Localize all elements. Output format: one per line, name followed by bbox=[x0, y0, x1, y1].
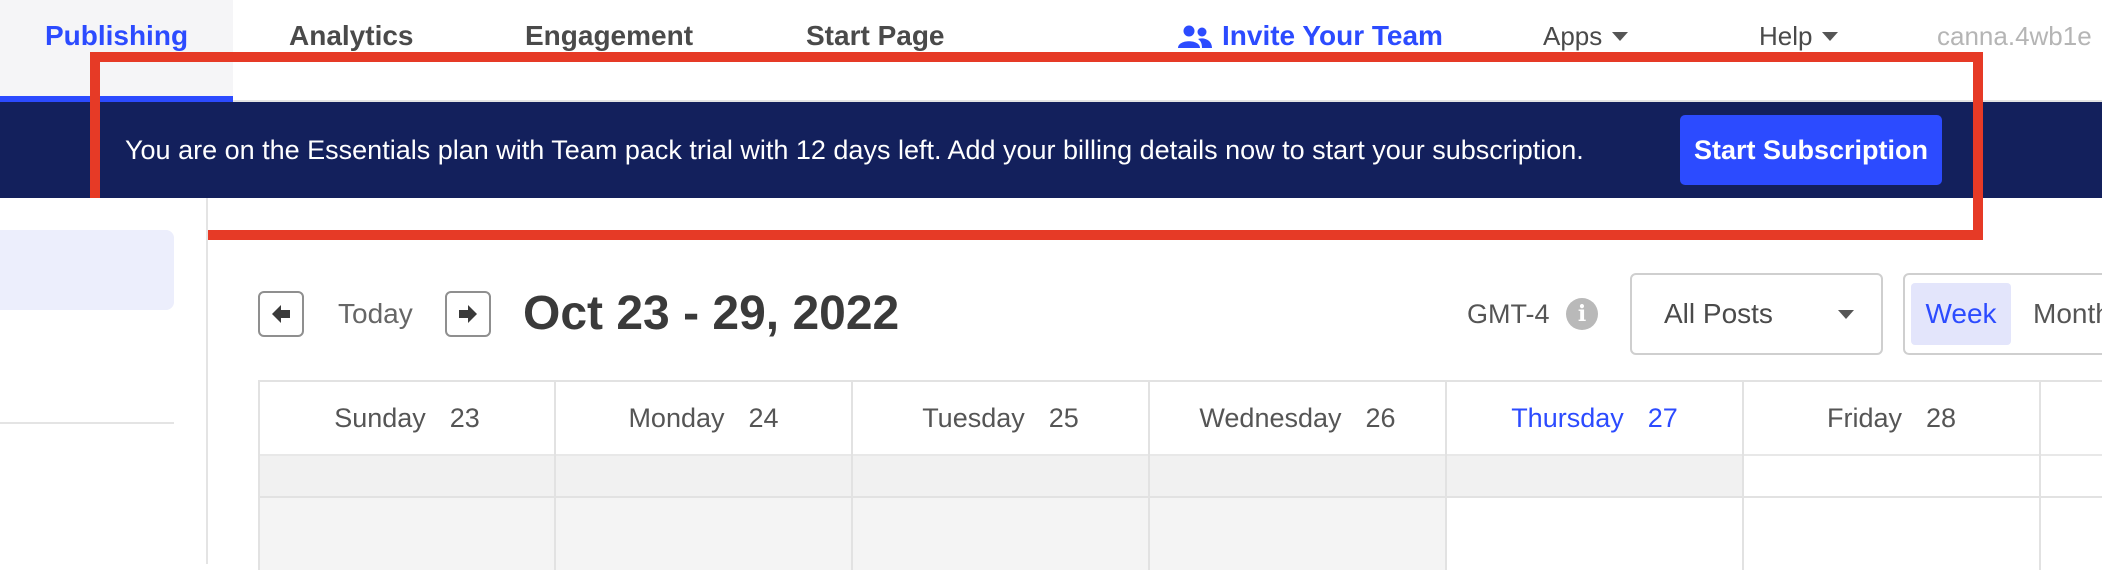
posts-filter-value: All Posts bbox=[1664, 298, 1773, 329]
day-number: 28 bbox=[1925, 403, 1957, 433]
help-menu[interactable]: Help bbox=[1759, 0, 1839, 100]
view-toggle: Week Month bbox=[1903, 273, 2102, 355]
day-column-thursday: Thursday 27 bbox=[1445, 380, 1742, 570]
week-calendar-grid: Sunday 23 Monday 24 Tuesday 25 Wednesday 26 … bbox=[258, 380, 2102, 570]
today-button[interactable]: Today bbox=[338, 291, 413, 337]
day-number: 24 bbox=[748, 403, 779, 433]
chevron-down-icon bbox=[1822, 32, 1839, 41]
day-header: Friday 28 bbox=[1744, 380, 2039, 456]
calendar-cell[interactable] bbox=[1150, 498, 1445, 570]
day-column-friday: Friday 28 bbox=[1742, 380, 2039, 570]
calendar-cell[interactable] bbox=[853, 456, 1148, 498]
tab-label: Analytics bbox=[289, 20, 414, 51]
tab-engagement[interactable]: Engagement bbox=[525, 0, 693, 100]
day-column-saturday bbox=[2039, 380, 2102, 570]
users-icon bbox=[1178, 25, 1212, 48]
tab-start-page[interactable]: Start Page bbox=[806, 0, 945, 100]
tab-label: Engagement bbox=[525, 20, 694, 51]
info-icon[interactable]: i bbox=[1566, 298, 1598, 330]
day-name: Wednesday bbox=[1199, 403, 1342, 433]
calendar-cell[interactable] bbox=[1447, 498, 1742, 570]
arrow-right-icon bbox=[459, 305, 477, 323]
day-name: Friday bbox=[1826, 403, 1902, 433]
day-header: Monday 24 bbox=[556, 380, 851, 456]
chevron-down-icon bbox=[1612, 32, 1629, 41]
calendar-cell[interactable] bbox=[1744, 456, 2039, 498]
day-name: Tuesday bbox=[922, 403, 1025, 433]
day-name: Monday bbox=[628, 403, 725, 433]
day-name: Thursday bbox=[1511, 403, 1624, 433]
timezone-label: GMT-4 bbox=[1467, 299, 1550, 329]
tab-label: Publishing bbox=[44, 20, 189, 51]
day-header: Thursday 27 bbox=[1447, 380, 1742, 456]
day-column-wednesday: Wednesday 26 bbox=[1148, 380, 1445, 570]
posts-filter-dropdown[interactable]: All Posts bbox=[1630, 273, 1883, 355]
calendar-cell[interactable] bbox=[1744, 498, 2039, 570]
next-week-button[interactable] bbox=[445, 291, 491, 337]
calendar-cell[interactable] bbox=[556, 498, 851, 570]
arrow-left-icon bbox=[272, 305, 290, 323]
calendar-cell[interactable] bbox=[853, 498, 1148, 570]
day-header: Sunday 23 bbox=[260, 380, 554, 456]
day-column-monday: Monday 24 bbox=[554, 380, 851, 570]
apps-label: Apps bbox=[1543, 21, 1603, 51]
account-label: canna.4wb1e bbox=[1937, 21, 2092, 51]
week-view-button[interactable]: Week bbox=[1911, 283, 2011, 345]
apps-menu[interactable]: Apps bbox=[1543, 0, 1629, 100]
calendar-cell[interactable] bbox=[556, 456, 851, 498]
chevron-down-icon bbox=[1838, 310, 1854, 319]
day-column-tuesday: Tuesday 25 bbox=[851, 380, 1148, 570]
calendar-cell[interactable] bbox=[2041, 498, 2102, 570]
day-number: 23 bbox=[449, 403, 480, 433]
tab-analytics[interactable]: Analytics bbox=[289, 0, 414, 100]
month-view-button[interactable]: Month bbox=[2033, 283, 2102, 345]
date-range-title: Oct 23 - 29, 2022 bbox=[523, 287, 900, 340]
day-header: Tuesday 25 bbox=[853, 380, 1148, 456]
tab-publishing[interactable]: Publishing bbox=[0, 0, 233, 102]
day-number: 27 bbox=[1647, 403, 1678, 433]
calendar-cell[interactable] bbox=[1447, 456, 1742, 498]
trial-message: You are on the Essentials plan with Team… bbox=[125, 135, 1584, 165]
day-name: Sunday bbox=[334, 403, 426, 433]
start-subscription-button[interactable]: Start Subscription bbox=[1680, 115, 1942, 185]
day-header bbox=[2041, 380, 2102, 456]
calendar-cell[interactable] bbox=[2041, 456, 2102, 498]
sidebar bbox=[0, 198, 208, 564]
day-header: Wednesday 26 bbox=[1150, 380, 1445, 456]
help-label: Help bbox=[1759, 21, 1813, 51]
invite-label: Invite Your Team bbox=[1222, 20, 1443, 51]
day-number: 26 bbox=[1365, 403, 1396, 433]
day-number: 25 bbox=[1048, 403, 1079, 433]
sidebar-item-selected[interactable] bbox=[0, 230, 174, 310]
calendar-cell[interactable] bbox=[1150, 456, 1445, 498]
previous-week-button[interactable] bbox=[258, 291, 304, 337]
invite-team-link[interactable]: Invite Your Team bbox=[1178, 0, 1443, 100]
calendar-cell[interactable] bbox=[260, 498, 554, 570]
calendar-cell[interactable] bbox=[260, 456, 554, 498]
account-name[interactable]: canna.4wb1e bbox=[1937, 0, 2092, 100]
top-nav: Publishing Analytics Engagement Start Pa… bbox=[0, 0, 2102, 102]
sidebar-divider bbox=[0, 422, 174, 424]
day-column-sunday: Sunday 23 bbox=[258, 380, 554, 570]
tab-label: Start Page bbox=[806, 20, 945, 51]
